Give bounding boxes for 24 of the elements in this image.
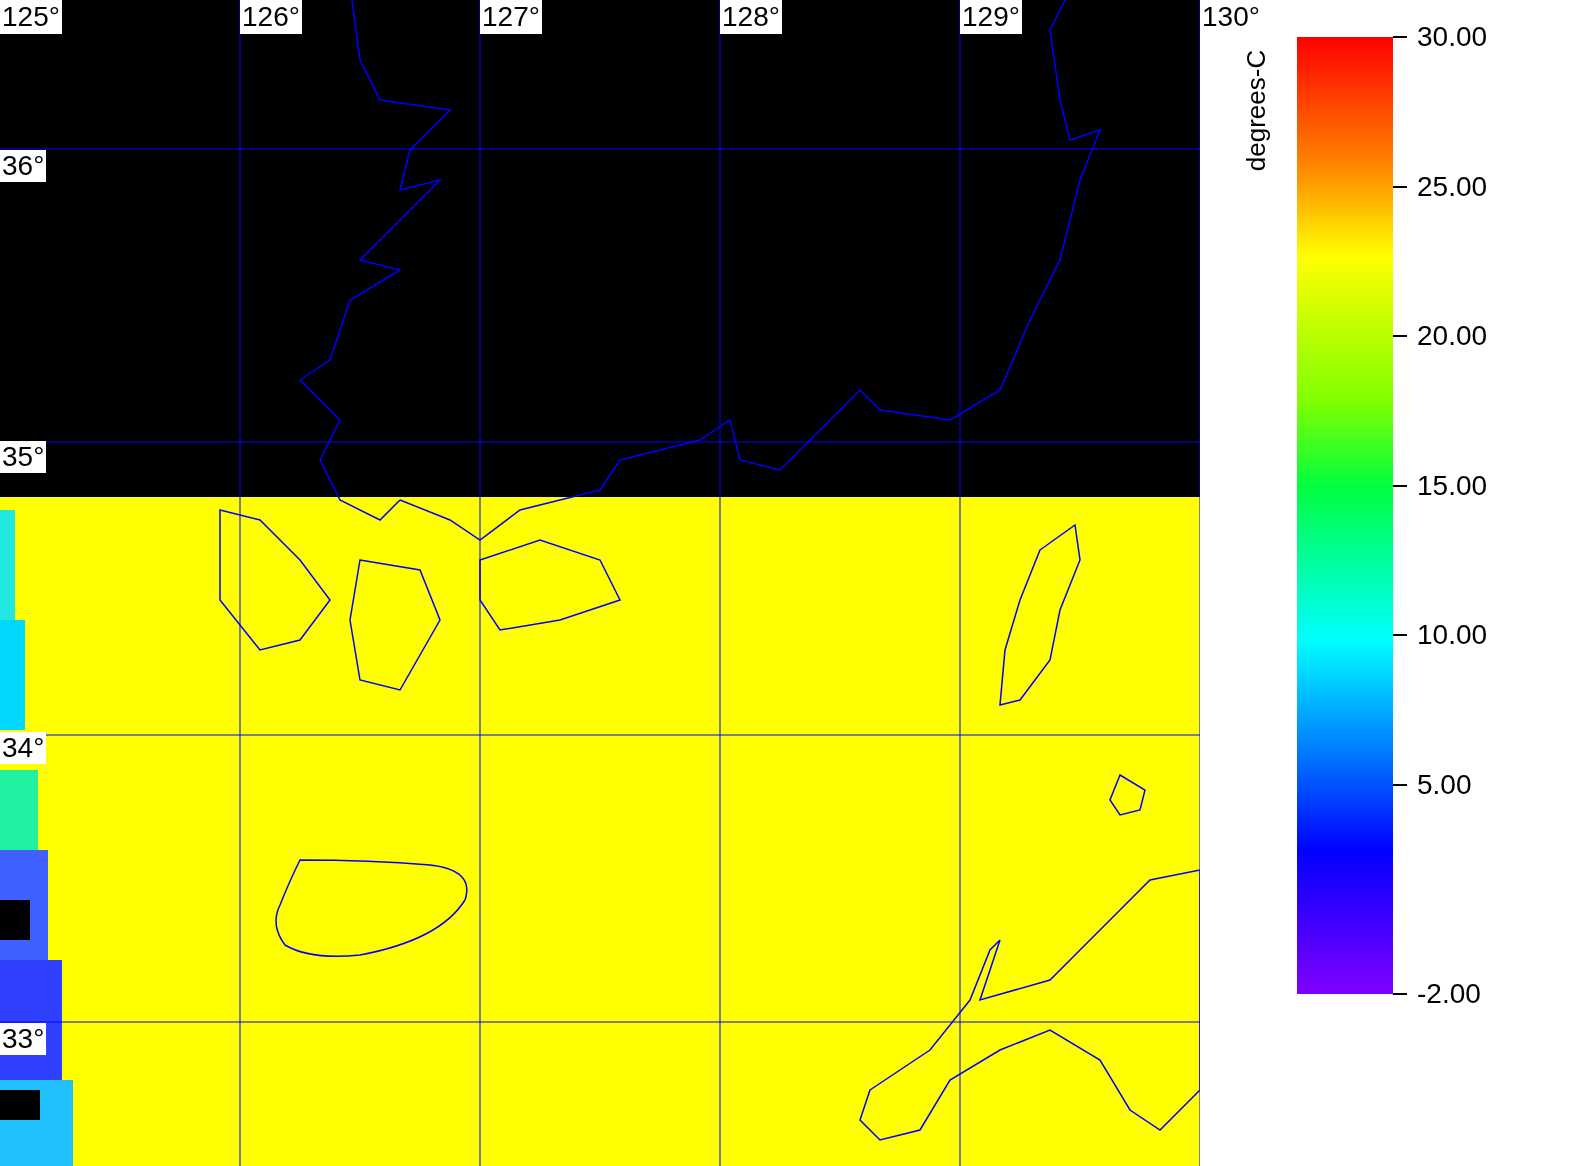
- longitude-label: 128°: [720, 0, 782, 34]
- colorbar-tick-label: 10.00: [1417, 619, 1488, 652]
- tick-mark: [1393, 484, 1407, 487]
- latitude-label: 36°: [0, 150, 47, 182]
- latitude-label: 33°: [0, 1023, 47, 1055]
- colorbar-tick-label: 30.00: [1417, 21, 1488, 53]
- colorbar-tick-label: -2.00: [1417, 978, 1481, 1010]
- tick-mark: [1393, 185, 1407, 188]
- longitude-label: 126°: [240, 0, 302, 34]
- longitude-label: 127°: [480, 0, 542, 34]
- longitude-label: 125°: [0, 0, 62, 34]
- tick-mark: [1393, 335, 1407, 338]
- colorbar-tick-label: 20.00: [1417, 320, 1488, 353]
- latitude-label: 35°: [0, 441, 47, 473]
- colorbar-tick-label: 5.00: [1417, 768, 1472, 801]
- colorbar-tick-label: 15.00: [1417, 469, 1488, 502]
- tick-mark: [1393, 36, 1407, 38]
- tick-mark: [1393, 783, 1407, 786]
- colorbar-title: degrees-C: [1241, 49, 1273, 172]
- tick-mark: [1393, 993, 1407, 995]
- longitude-label: 129°: [960, 0, 1022, 34]
- latitude-label: 34°: [0, 732, 47, 764]
- colorbar-tick-label: 25.00: [1417, 170, 1488, 203]
- tick-mark: [1393, 634, 1407, 637]
